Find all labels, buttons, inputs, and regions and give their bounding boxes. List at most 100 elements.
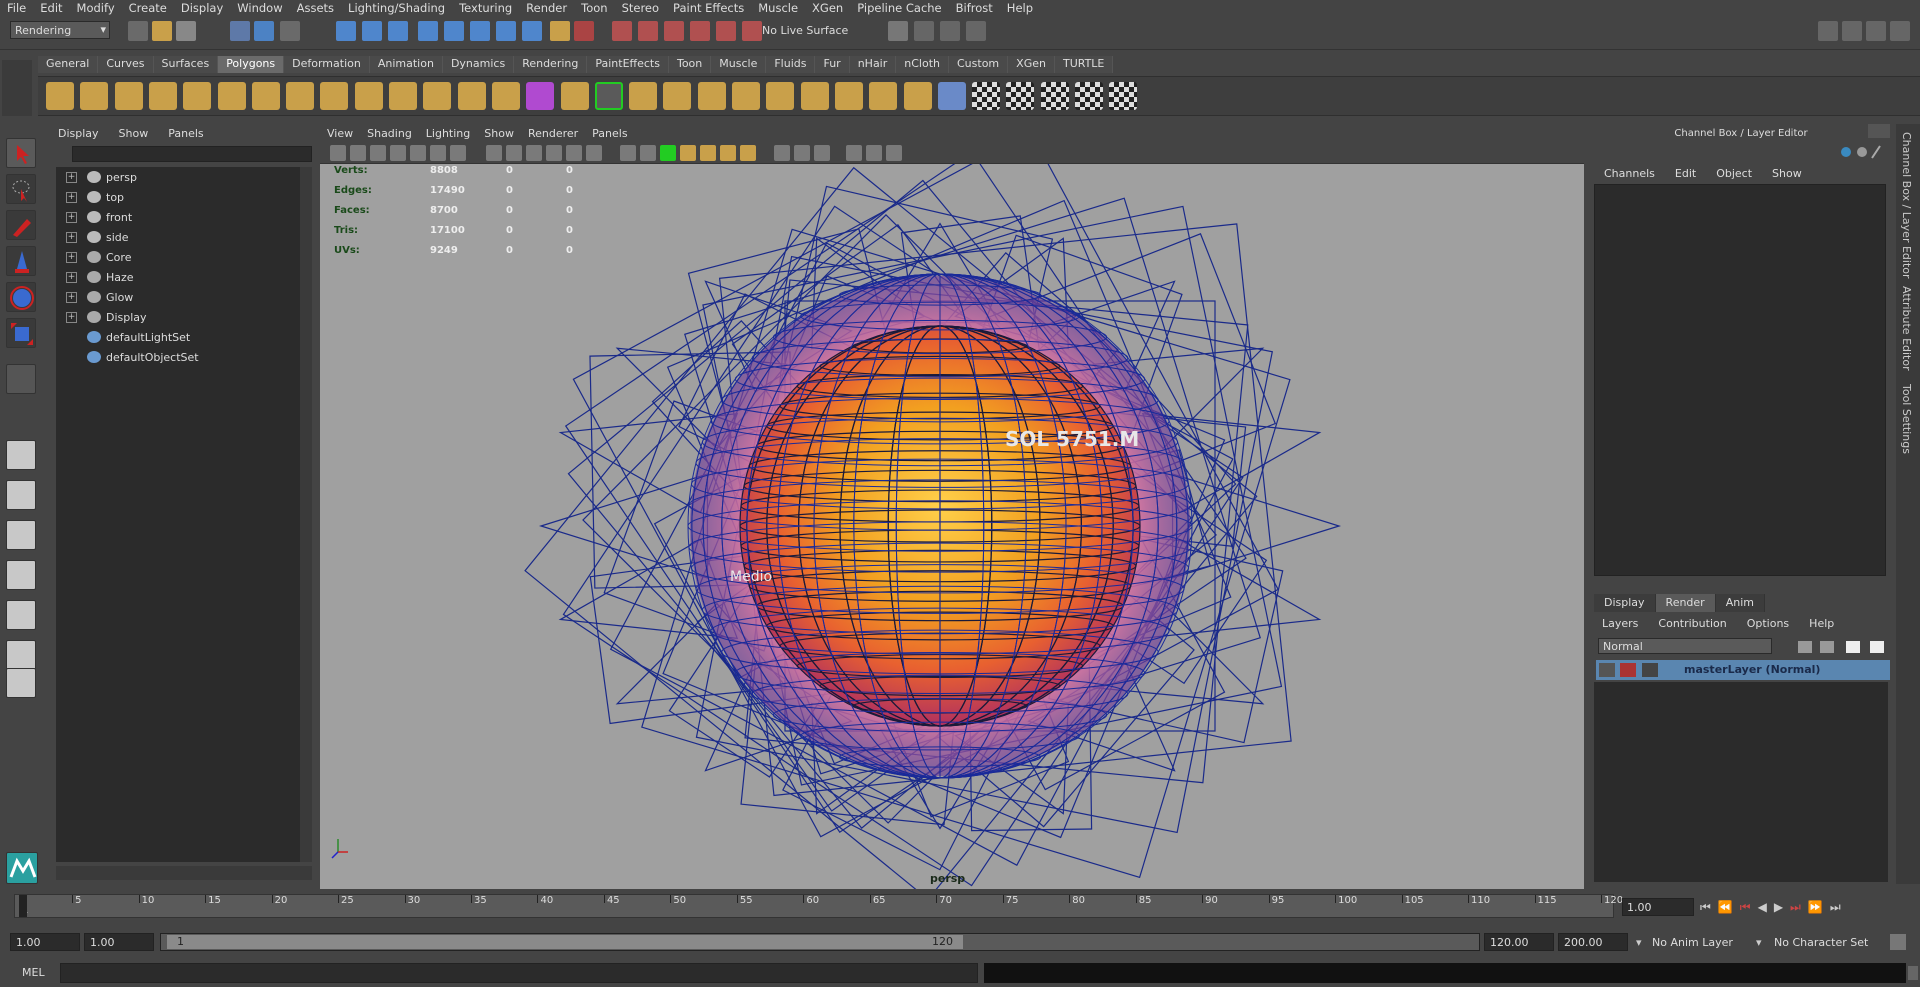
outliner-item[interactable]: + top [56, 187, 300, 207]
shelf-tab-xgen[interactable]: XGen [1008, 56, 1055, 73]
lasso-tool-icon[interactable] [6, 174, 36, 204]
viewport-menu-view[interactable]: View [320, 127, 360, 140]
poly-cylinder-icon[interactable] [114, 82, 143, 110]
start-time-field[interactable]: 1.00 [10, 933, 80, 951]
anim-end-field[interactable]: 120.00 [1484, 933, 1554, 951]
persp-graph-hyper-icon[interactable] [6, 640, 36, 670]
four-pane-icon[interactable] [6, 480, 36, 510]
persp-outliner-icon[interactable] [6, 520, 36, 550]
channel-menu-object[interactable]: Object [1706, 167, 1762, 180]
shelf-tab-custom[interactable]: Custom [949, 56, 1009, 73]
play-forward-icon[interactable]: ▶ [1774, 900, 1783, 914]
outliner-menu-show[interactable]: Show [109, 127, 159, 140]
expand-icon[interactable]: + [66, 231, 77, 243]
append-icon[interactable] [732, 82, 760, 110]
shelf-menu-icon[interactable] [2, 60, 32, 116]
outliner-item[interactable]: defaultLightSet [56, 327, 300, 347]
single-pane-icon[interactable] [6, 440, 36, 470]
extrude-icon[interactable] [629, 82, 658, 110]
menu-xgen[interactable]: XGen [805, 1, 850, 15]
poly-pipe-icon[interactable] [320, 82, 349, 110]
lock-camera-icon[interactable] [350, 145, 366, 161]
blend-mode-dropdown[interactable]: Normal [1598, 638, 1772, 654]
shelf-tab-animation[interactable]: Animation [369, 56, 443, 73]
end-time-field[interactable]: 200.00 [1558, 933, 1628, 951]
hypershade-layout-icon[interactable] [6, 600, 36, 630]
outliner-search-input[interactable] [72, 146, 312, 162]
combine-icon[interactable] [457, 82, 486, 110]
anim-layer-dropdown-icon[interactable]: ▾ [1636, 936, 1642, 949]
layer-menu-layers[interactable]: Layers [1592, 617, 1648, 630]
expand-icon[interactable]: + [66, 251, 77, 263]
outliner-item[interactable]: defaultObjectSet [56, 347, 300, 367]
outliner-item[interactable]: + Display [56, 307, 300, 327]
go-start-icon[interactable]: ⏮ [1700, 900, 1711, 915]
shelf-tab-nhair[interactable]: nHair [849, 56, 897, 73]
layout-channel-icon[interactable] [1842, 21, 1862, 41]
shelf-tab-rendering[interactable]: Rendering [514, 56, 588, 73]
outliner-item[interactable]: + front [56, 207, 300, 227]
layer-tab-display[interactable]: Display [1594, 594, 1656, 612]
shelf-tab-fluids[interactable]: Fluids [766, 56, 816, 73]
shelf-tab-curves[interactable]: Curves [98, 56, 154, 73]
tab-attribute-editor[interactable]: Attribute Editor [1900, 286, 1913, 371]
shelf-tab-ncloth[interactable]: nCloth [896, 56, 949, 73]
xray-comp-icon[interactable] [886, 145, 902, 161]
scene-view[interactable]: SOL 5751.M Medio persp [320, 164, 1584, 889]
checker-5-icon[interactable] [1109, 82, 1138, 110]
snap-surface-icon[interactable] [444, 21, 464, 41]
snap-point-icon[interactable] [388, 21, 408, 41]
master-layer-row[interactable]: masterLayer (Normal) [1596, 660, 1890, 680]
insert-loop-icon[interactable] [800, 82, 829, 110]
poly-soccer-icon[interactable] [389, 82, 417, 110]
viewport-menu-panels[interactable]: Panels [585, 127, 634, 140]
tool-gear-icon[interactable] [966, 21, 986, 41]
checker-3-icon[interactable] [1040, 82, 1069, 110]
char-set-dropdown-icon[interactable]: ▾ [1756, 936, 1762, 949]
expand-icon[interactable]: + [66, 211, 77, 223]
menu-edit[interactable]: Edit [33, 1, 69, 15]
xray-joints-icon[interactable] [866, 145, 882, 161]
select-object-icon[interactable] [254, 21, 274, 41]
shelf-tab-painteffects[interactable]: PaintEffects [587, 56, 669, 73]
step-back-key-icon[interactable]: ⏮ [1740, 900, 1751, 915]
time-slider-track[interactable]: 1510152025303540455055606570758085909510… [14, 894, 1623, 918]
menu-help[interactable]: Help [1000, 1, 1040, 15]
layer-menu-contribution[interactable]: Contribution [1648, 617, 1736, 630]
separate-icon[interactable] [491, 82, 520, 110]
shelf-tab-general[interactable]: General [38, 56, 99, 73]
menu-stereo[interactable]: Stereo [615, 1, 666, 15]
menuset-dropdown[interactable]: Rendering [10, 21, 110, 39]
poly-sphere-icon[interactable] [46, 82, 74, 110]
outliner-menu-display[interactable]: Display [48, 127, 109, 140]
menu-file[interactable]: File [0, 1, 33, 15]
expand-icon[interactable]: + [66, 191, 77, 203]
merge-icon[interactable] [869, 82, 898, 110]
save-scene-icon[interactable] [176, 21, 196, 41]
last-tool-icon[interactable] [6, 364, 36, 394]
range-track[interactable]: 1 120 [160, 933, 1480, 951]
select-hierarchy-icon[interactable] [230, 21, 250, 41]
select-component-icon[interactable] [280, 21, 300, 41]
checker-1-icon[interactable] [972, 82, 1001, 110]
menu-muscle[interactable]: Muscle [751, 1, 805, 15]
rotate-tool-icon[interactable] [6, 282, 36, 312]
dof-icon[interactable] [794, 145, 810, 161]
checker-4-icon[interactable] [1075, 82, 1103, 110]
shelf-tab-dynamics[interactable]: Dynamics [442, 56, 515, 73]
layout-attr-icon[interactable] [1866, 21, 1886, 41]
outliner-hscrollbar[interactable] [56, 866, 312, 880]
expand-icon[interactable]: + [66, 271, 77, 283]
history-icon[interactable] [496, 21, 516, 41]
wireframe-icon[interactable] [586, 145, 602, 161]
menu-paint-effects[interactable]: Paint Effects [666, 1, 751, 15]
outliner-item[interactable]: + Glow [56, 287, 300, 307]
shelf-tab-toon[interactable]: Toon [668, 56, 712, 73]
flip-icon[interactable] [903, 82, 932, 110]
bevel-icon[interactable] [697, 82, 726, 110]
smooth-icon[interactable] [560, 82, 589, 110]
scale-tool-icon[interactable] [6, 318, 36, 348]
persp-graph-icon[interactable] [6, 560, 36, 590]
ipr-render-icon[interactable] [638, 21, 658, 41]
bridge-icon[interactable] [663, 82, 692, 110]
